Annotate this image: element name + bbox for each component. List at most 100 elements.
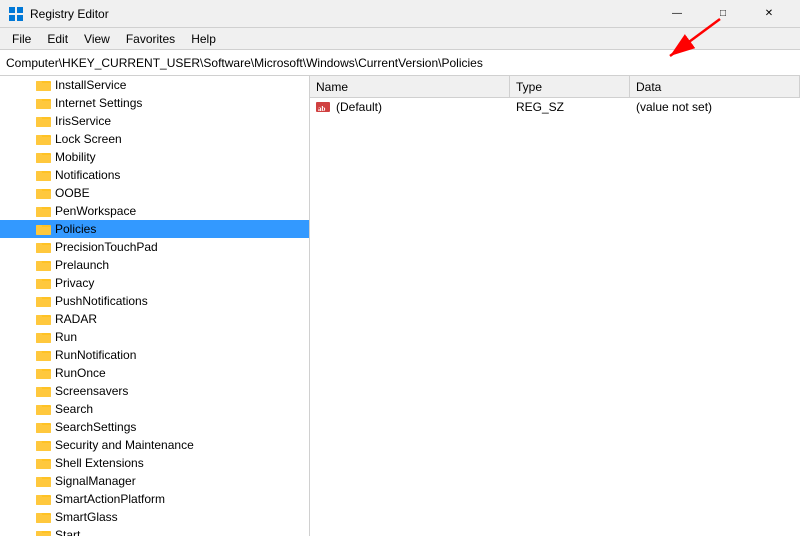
expand-icon[interactable] [20, 311, 36, 327]
tree-item[interactable]: Lock Screen [0, 130, 309, 148]
menu-view[interactable]: View [76, 30, 118, 48]
expand-icon[interactable] [20, 239, 36, 255]
expand-icon[interactable] [20, 131, 36, 147]
expand-icon[interactable] [20, 95, 36, 111]
expand-icon[interactable] [20, 383, 36, 399]
tree-item[interactable]: OOBE [0, 184, 309, 202]
expand-icon[interactable] [20, 275, 36, 291]
address-bar[interactable]: Computer\HKEY_CURRENT_USER\Software\Micr… [0, 50, 800, 76]
expand-icon[interactable] [20, 203, 36, 219]
tree-container: InstallService Internet Settings IrisSer… [0, 76, 309, 536]
folder-icon [36, 384, 52, 398]
menu-file[interactable]: File [4, 30, 39, 48]
tree-item[interactable]: Search [0, 400, 309, 418]
tree-item[interactable]: SmartActionPlatform [0, 490, 309, 508]
tree-item[interactable]: SearchSettings [0, 418, 309, 436]
expand-icon[interactable] [20, 293, 36, 309]
menu-bar: File Edit View Favorites Help [0, 28, 800, 50]
tree-item[interactable]: PrecisionTouchPad [0, 238, 309, 256]
expand-icon[interactable] [20, 77, 36, 93]
tree-item-label: SignalManager [55, 474, 136, 488]
cell-type: REG_SZ [510, 100, 630, 114]
menu-help[interactable]: Help [183, 30, 224, 48]
table-row[interactable]: ab (Default)REG_SZ(value not set) [310, 98, 800, 116]
tree-item-label: Screensavers [55, 384, 128, 398]
folder-icon [36, 132, 52, 146]
expand-icon[interactable] [20, 329, 36, 345]
tree-item[interactable]: Privacy [0, 274, 309, 292]
tree-item-label: Internet Settings [55, 96, 142, 110]
tree-item[interactable]: IrisService [0, 112, 309, 130]
menu-favorites[interactable]: Favorites [118, 30, 183, 48]
tree-item-label: RunNotification [55, 348, 136, 362]
cell-data: (value not set) [630, 100, 800, 114]
expand-icon[interactable] [20, 257, 36, 273]
expand-icon[interactable] [20, 185, 36, 201]
folder-icon [36, 420, 52, 434]
tree-item[interactable]: RADAR [0, 310, 309, 328]
tree-item[interactable]: RunNotification [0, 346, 309, 364]
expand-icon[interactable] [20, 167, 36, 183]
expand-icon[interactable] [20, 221, 36, 237]
expand-icon[interactable] [20, 437, 36, 453]
minimize-button[interactable]: — [654, 0, 700, 28]
expand-icon[interactable] [20, 491, 36, 507]
tree-item-label: Lock Screen [55, 132, 122, 146]
folder-icon [36, 456, 52, 470]
tree-item-label: Policies [55, 222, 96, 236]
expand-icon[interactable] [20, 455, 36, 471]
expand-icon[interactable] [20, 401, 36, 417]
tree-item[interactable]: RunOnce [0, 364, 309, 382]
expand-icon[interactable] [20, 419, 36, 435]
tree-item[interactable]: PenWorkspace [0, 202, 309, 220]
folder-icon [36, 528, 52, 536]
window-title: Registry Editor [30, 7, 109, 21]
tree-item[interactable]: Notifications [0, 166, 309, 184]
tree-item-label: RunOnce [55, 366, 106, 380]
expand-icon[interactable] [20, 113, 36, 129]
maximize-button[interactable]: □ [700, 0, 746, 28]
data-rows: ab (Default)REG_SZ(value not set) [310, 98, 800, 536]
rows-container: ab (Default)REG_SZ(value not set) [310, 98, 800, 116]
tree-item-label: Run [55, 330, 77, 344]
tree-item[interactable]: Shell Extensions [0, 454, 309, 472]
tree-item[interactable]: InstallService [0, 76, 309, 94]
folder-icon [36, 204, 52, 218]
expand-icon[interactable] [20, 509, 36, 525]
folder-icon [36, 276, 52, 290]
ab-icon: ab [316, 100, 332, 114]
tree-item[interactable]: Run [0, 328, 309, 346]
folder-icon [36, 222, 52, 236]
folder-icon [36, 294, 52, 308]
folder-icon [36, 366, 52, 380]
tree-item[interactable]: Screensavers [0, 382, 309, 400]
tree-item-label: IrisService [55, 114, 111, 128]
tree-item[interactable]: Mobility [0, 148, 309, 166]
tree-panel[interactable]: InstallService Internet Settings IrisSer… [0, 76, 310, 536]
menu-edit[interactable]: Edit [39, 30, 76, 48]
tree-item[interactable]: Security and Maintenance [0, 436, 309, 454]
tree-item[interactable]: PushNotifications [0, 292, 309, 310]
tree-item-label: Mobility [55, 150, 96, 164]
tree-item[interactable]: Internet Settings [0, 94, 309, 112]
expand-icon[interactable] [20, 527, 36, 536]
tree-item[interactable]: SmartGlass [0, 508, 309, 526]
expand-icon[interactable] [20, 473, 36, 489]
folder-icon [36, 186, 52, 200]
window-controls: — □ ✕ [654, 0, 792, 28]
tree-item-label: Prelaunch [55, 258, 109, 272]
tree-item[interactable]: Prelaunch [0, 256, 309, 274]
expand-icon[interactable] [20, 149, 36, 165]
tree-item[interactable]: SignalManager [0, 472, 309, 490]
expand-icon[interactable] [20, 365, 36, 381]
close-button[interactable]: ✕ [746, 0, 792, 28]
tree-item-label: Notifications [55, 168, 120, 182]
folder-icon [36, 402, 52, 416]
col-header-data: Data [630, 76, 800, 97]
tree-item[interactable]: Start [0, 526, 309, 536]
tree-item[interactable]: Policies [0, 220, 309, 238]
tree-item-label: RADAR [55, 312, 97, 326]
folder-icon [36, 240, 52, 254]
expand-icon[interactable] [20, 347, 36, 363]
folder-icon [36, 258, 52, 272]
